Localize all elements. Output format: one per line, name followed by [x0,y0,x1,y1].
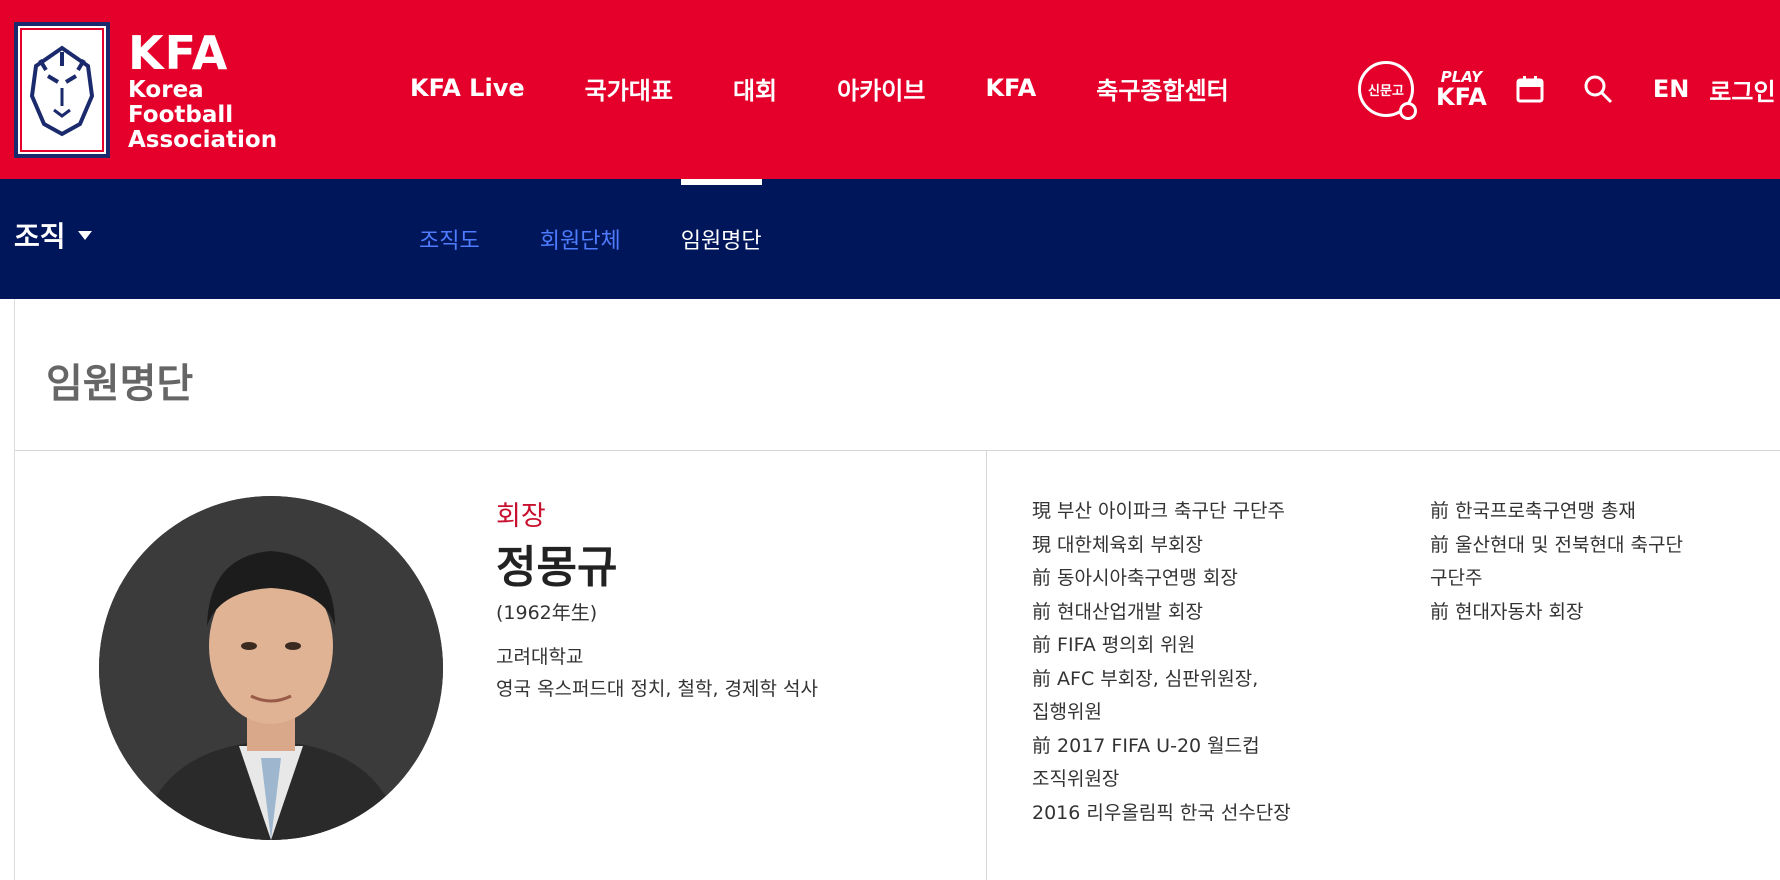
nav-kfa-live[interactable]: KFA Live [410,74,525,102]
president-photo [99,496,443,840]
tiger-emblem-icon [14,22,110,158]
career-item: 구단주 [1430,567,1483,589]
play-kfa-button[interactable]: PLAY KFA [1436,69,1487,111]
profile-info: 회장 정몽규 (1962年生) 고려대학교 영국 옥스퍼드대 정치, 철학, 경… [496,499,818,705]
login-link[interactable]: 로그인 [1709,72,1775,107]
career-item: 前 한국프로축구연맹 총재 [1430,500,1636,522]
education-item: 영국 옥스퍼드대 정치, 철학, 경제학 석사 [496,678,818,700]
career-item: 前 울산현대 및 전북현대 축구단 [1430,533,1683,556]
career-item: 前 FIFA 평의회 위원 [1032,634,1196,656]
nav-football-center[interactable]: 축구종합센터 [1096,71,1228,106]
birth-year: (1962年生) [496,602,598,624]
logo-line-1: Korea Football [128,76,234,128]
education-list: 고려대학교 영국 옥스퍼드대 정치, 철학, 경제학 석사 [496,641,818,705]
career-item: 現 부산 아이파크 축구단 구단주 [1032,500,1285,522]
position-title: 회장 [496,501,546,532]
kfa-logo-link[interactable]: KFA Korea Football Association [14,22,304,158]
logo-title: KFA [128,25,229,80]
career-item: 現 대한체육회 부회장 [1032,533,1203,556]
play-kfa-bottom: KFA [1436,82,1487,111]
profile-card: 회장 정몽규 (1962年生) 고려대학교 영국 옥스퍼드대 정치, 철학, 경… [15,451,987,880]
caret-down-icon [77,230,92,240]
section-label: 조직 [14,220,66,253]
magnifier-icon [1399,102,1417,120]
career-item: 前 AFC 부회장, 심판위원장, [1032,667,1259,690]
nav-national-team[interactable]: 국가대표 [585,71,673,106]
section-dropdown[interactable]: 조직 [14,215,92,255]
logo-text: KFA Korea Football Association [128,28,304,153]
newspaper-label: 신문고 [1368,83,1404,99]
newspaper-button[interactable]: 신문고 [1358,61,1417,120]
sub-tabs: 조직도 회원단체 임원명단 [419,179,822,299]
career-list-right: 前 한국프로축구연맹 총재 前 울산현대 및 전북현대 축구단 구단주 前 현대… [1430,495,1780,629]
nav-competitions[interactable]: 대회 [733,71,777,106]
page-title-bar: 임원명단 [15,299,1780,451]
career-item: 前 2017 FIFA U-20 월드컵 [1032,734,1260,757]
nav-archive[interactable]: 아카이브 [837,71,925,106]
tab-member-orgs[interactable]: 회원단체 [540,179,621,299]
sub-nav: 조직 조직도 회원단체 임원명단 [0,179,1780,299]
career-list-left: 現 부산 아이파크 축구단 구단주 現 대한체육회 부회장 前 동아시아축구연맹… [1032,495,1412,830]
career-item: 조직위원장 [1032,768,1120,790]
calendar-icon[interactable] [1515,74,1545,104]
career-item: 前 동아시아축구연맹 회장 [1032,567,1238,589]
career-item: 前 현대산업개발 회장 [1032,600,1203,623]
career-item: 집행위원 [1032,701,1102,723]
language-toggle[interactable]: EN [1653,75,1689,103]
search-icon[interactable] [1583,74,1613,104]
header-tools: 신문고 PLAY KFA EN 로그인 [1358,58,1776,120]
person-name: 정몽규 [496,542,618,593]
tab-org-chart[interactable]: 조직도 [419,179,480,299]
logo-line-2: Association [128,126,278,153]
nav-kfa[interactable]: KFA [985,74,1036,102]
main-nav: KFA Live 국가대표 대회 아카이브 KFA 축구종합센터 [410,66,1229,110]
tab-executives[interactable]: 임원명단 [680,179,762,299]
education-item: 고려대학교 [496,646,584,668]
career-item: 前 현대자동차 회장 [1430,600,1584,623]
career-item: 2016 리우올림픽 한국 선수단장 [1032,801,1291,824]
top-header: KFA Korea Football Association KFA Live … [0,0,1780,179]
page-title: 임원명단 [46,361,194,407]
